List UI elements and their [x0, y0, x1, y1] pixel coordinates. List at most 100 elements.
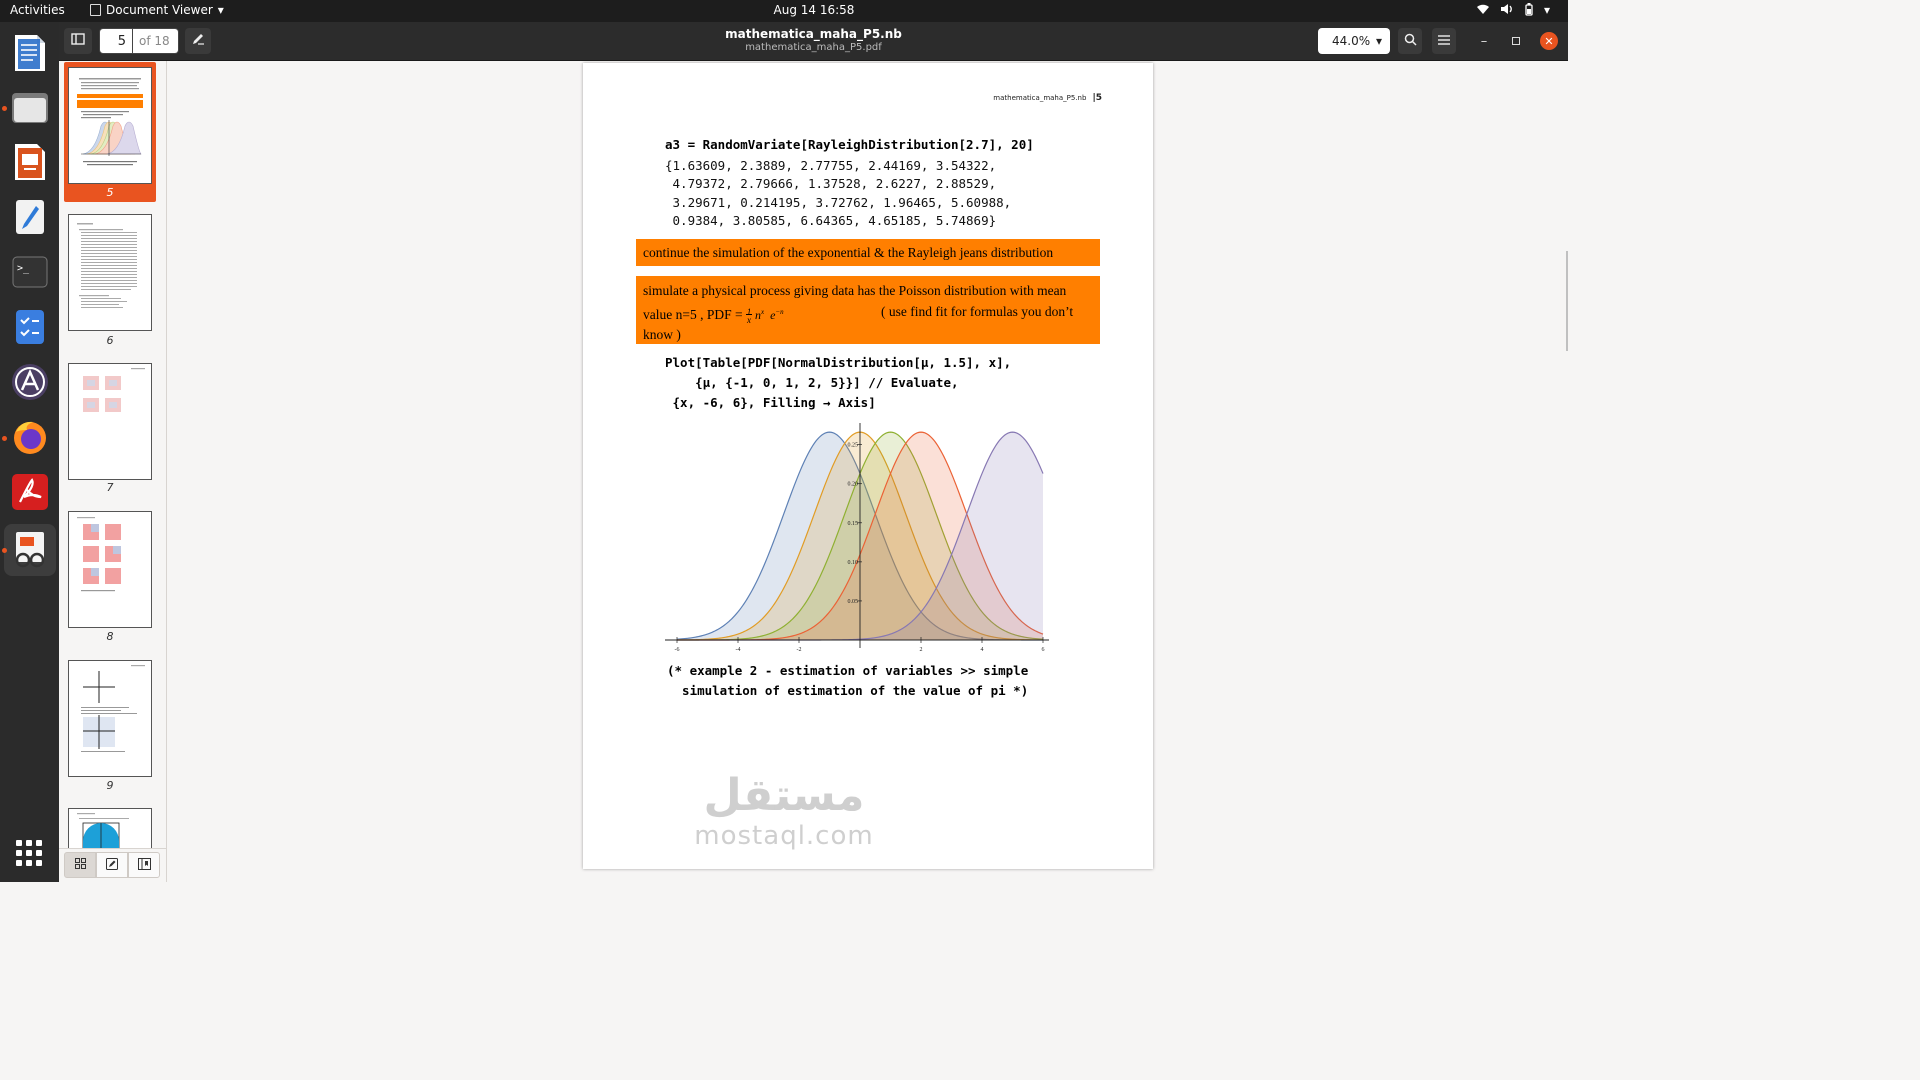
mostaql-watermark: مستقل mostaql.com [689, 770, 879, 852]
thumbnail-image [68, 214, 152, 331]
thumbnail-sidebar: 5 6 7 8 9 [59, 61, 167, 882]
x-tick-label: -2 [797, 647, 802, 653]
maximize-icon [1512, 34, 1520, 49]
text-cell-line: simulate a physical process giving data … [643, 283, 1067, 298]
watermark-latin: mostaql.com [694, 821, 874, 851]
comment-line: simulation of estimation of the value of… [667, 682, 1029, 698]
comment-line: (* example 2 - estimation of variables >… [667, 663, 1029, 678]
search-button[interactable] [1398, 28, 1422, 54]
text-editor-icon[interactable] [9, 196, 50, 237]
thumbnail-image [68, 67, 152, 184]
firefox-icon[interactable] [9, 416, 50, 457]
text-cell-continue: continue the simulation of the exponenti… [636, 239, 1100, 266]
thumbnail-label: 9 [106, 779, 114, 792]
dock: >_ [0, 22, 59, 882]
thumbnail-page-5[interactable]: 5 [64, 62, 156, 202]
battery-icon [1524, 3, 1534, 19]
annotation-icon [106, 857, 118, 873]
show-applications-icon[interactable] [16, 840, 42, 866]
input-cell-a3: a3 = RandomVariate[RayleighDistribution[… [665, 137, 1034, 152]
software-center-icon[interactable] [9, 361, 50, 402]
thumbnail-label: 6 [106, 334, 114, 347]
code-line: {x, -6, 6}, Filling → Axis] [665, 395, 876, 410]
thumbnail-label: 8 [106, 630, 114, 643]
sidebar-view-switcher [59, 848, 166, 882]
volume-icon [1500, 3, 1514, 19]
files-icon[interactable] [9, 86, 50, 127]
page-header-filename: mathematica_maha_P5.nb [993, 94, 1087, 102]
minimize-button[interactable]: – [1475, 32, 1493, 50]
thumbnail-label: 7 [106, 481, 114, 494]
text-cell-line: know ) [643, 327, 681, 342]
scrollbar-indicator[interactable] [1566, 251, 1568, 351]
x-tick-label: -6 [675, 647, 680, 653]
y-tick-label: 0.20 [848, 482, 859, 488]
thumbnails-tab[interactable] [64, 852, 96, 878]
code-line: {μ, {-1, 0, 1, 2, 5}}] // Evaluate, [665, 375, 959, 390]
hamburger-menu-icon [1438, 34, 1450, 49]
outline-tab[interactable] [128, 852, 160, 878]
thumbnail-page-7[interactable]: 7 [64, 360, 156, 500]
y-tick-label: 0.15 [848, 521, 859, 527]
thumbnail-page-6[interactable]: 6 [64, 211, 156, 351]
document-view[interactable]: mathematica_maha_P5.nb |5 a3 = RandomVari… [167, 61, 1568, 882]
output-cell-a3: {1.63609, 2.3889, 2.77755, 2.44169, 3.54… [665, 157, 1011, 230]
zoom-select[interactable]: 44.0% ▾ [1318, 28, 1390, 54]
watermark-arabic: مستقل [703, 770, 865, 821]
x-tick-label: 6 [1042, 647, 1045, 653]
headerbar: of 18 mathematica_maha_P5.nb mathematica… [59, 22, 1568, 61]
comment-cell: (* example 2 - estimation of variables >… [667, 661, 1028, 700]
bookmarks-icon [137, 857, 151, 873]
y-tick-label: 0.10 [848, 560, 859, 566]
page-header: mathematica_maha_P5.nb |5 [993, 93, 1102, 103]
x-tick-label: 4 [981, 647, 984, 653]
text-cell-poisson: simulate a physical process giving data … [636, 276, 1100, 344]
pdf-formula: 1x nx e−n [745, 306, 784, 325]
zoom-value: 44.0% [1332, 34, 1371, 48]
system-tray[interactable]: ▾ [1476, 3, 1550, 19]
close-button[interactable]: ✕ [1540, 32, 1558, 50]
acrobat-icon[interactable] [9, 471, 50, 512]
caret-down-icon: ▾ [1543, 3, 1550, 17]
wifi-icon [1476, 3, 1490, 19]
output-line: 0.9384, 3.80585, 6.64365, 4.65185, 5.748… [665, 212, 997, 228]
running-indicator [2, 548, 7, 553]
output-line: 3.29671, 0.214195, 3.72762, 1.96465, 5.6… [665, 194, 1012, 210]
maximize-button[interactable] [1507, 32, 1525, 50]
input-cell-plot: Plot[Table[PDF[NormalDistribution[μ, 1.5… [665, 353, 1011, 413]
thumbnail-label: 5 [106, 186, 114, 199]
thumbnail-image [68, 660, 152, 777]
search-icon [1404, 33, 1417, 50]
pdf-page: mathematica_maha_P5.nb |5 a3 = RandomVari… [583, 63, 1153, 869]
normal-distribution-plot: -6 -4 -2 2 4 6 0.05 0.10 0.15 0.20 0.25 [665, 423, 1049, 653]
y-tick-label: 0.25 [848, 443, 859, 449]
system-top-bar: Activities Document Viewer ▾ Aug 14 16:5… [0, 0, 1568, 22]
clock[interactable]: Aug 14 16:58 [0, 3, 1628, 17]
thumbnail-page-9[interactable]: 9 [64, 658, 156, 798]
x-tick-label: 2 [920, 647, 923, 653]
grid-icon [74, 858, 86, 872]
y-tick-label: 0.05 [848, 599, 859, 605]
annotations-tab[interactable] [96, 852, 128, 878]
running-indicator [2, 106, 7, 111]
x-tick-label: -4 [736, 647, 741, 653]
minimize-icon: – [1480, 33, 1488, 49]
code-line: Plot[Table[PDF[NormalDistribution[μ, 1.5… [665, 355, 1012, 370]
thumbnail-image [68, 511, 152, 628]
document-viewer-dock-icon[interactable] [4, 524, 56, 576]
terminal-icon[interactable]: >_ [9, 251, 50, 292]
tasks-icon[interactable] [9, 306, 50, 347]
output-line: 4.79372, 2.79666, 1.37528, 2.6227, 2.885… [665, 176, 997, 192]
thumbnail-page-8[interactable]: 8 [64, 509, 156, 649]
caret-down-icon: ▾ [1375, 34, 1382, 48]
writer-icon[interactable] [9, 32, 50, 73]
output-line: {1.63609, 2.3889, 2.77755, 2.44169, 3.54… [665, 158, 997, 173]
page-header-number: |5 [1092, 93, 1102, 103]
close-icon: ✕ [1544, 34, 1554, 48]
text-cell-line: value n=5 , PDF = 1x nx e−n ( use find f… [643, 303, 1074, 325]
svg-text:>_: >_ [17, 263, 30, 274]
impress-icon[interactable] [9, 141, 50, 182]
text-cell-content: continue the simulation of the exponenti… [643, 245, 1054, 260]
main-menu-button[interactable] [1432, 28, 1456, 54]
thumbnail-image [68, 363, 152, 480]
